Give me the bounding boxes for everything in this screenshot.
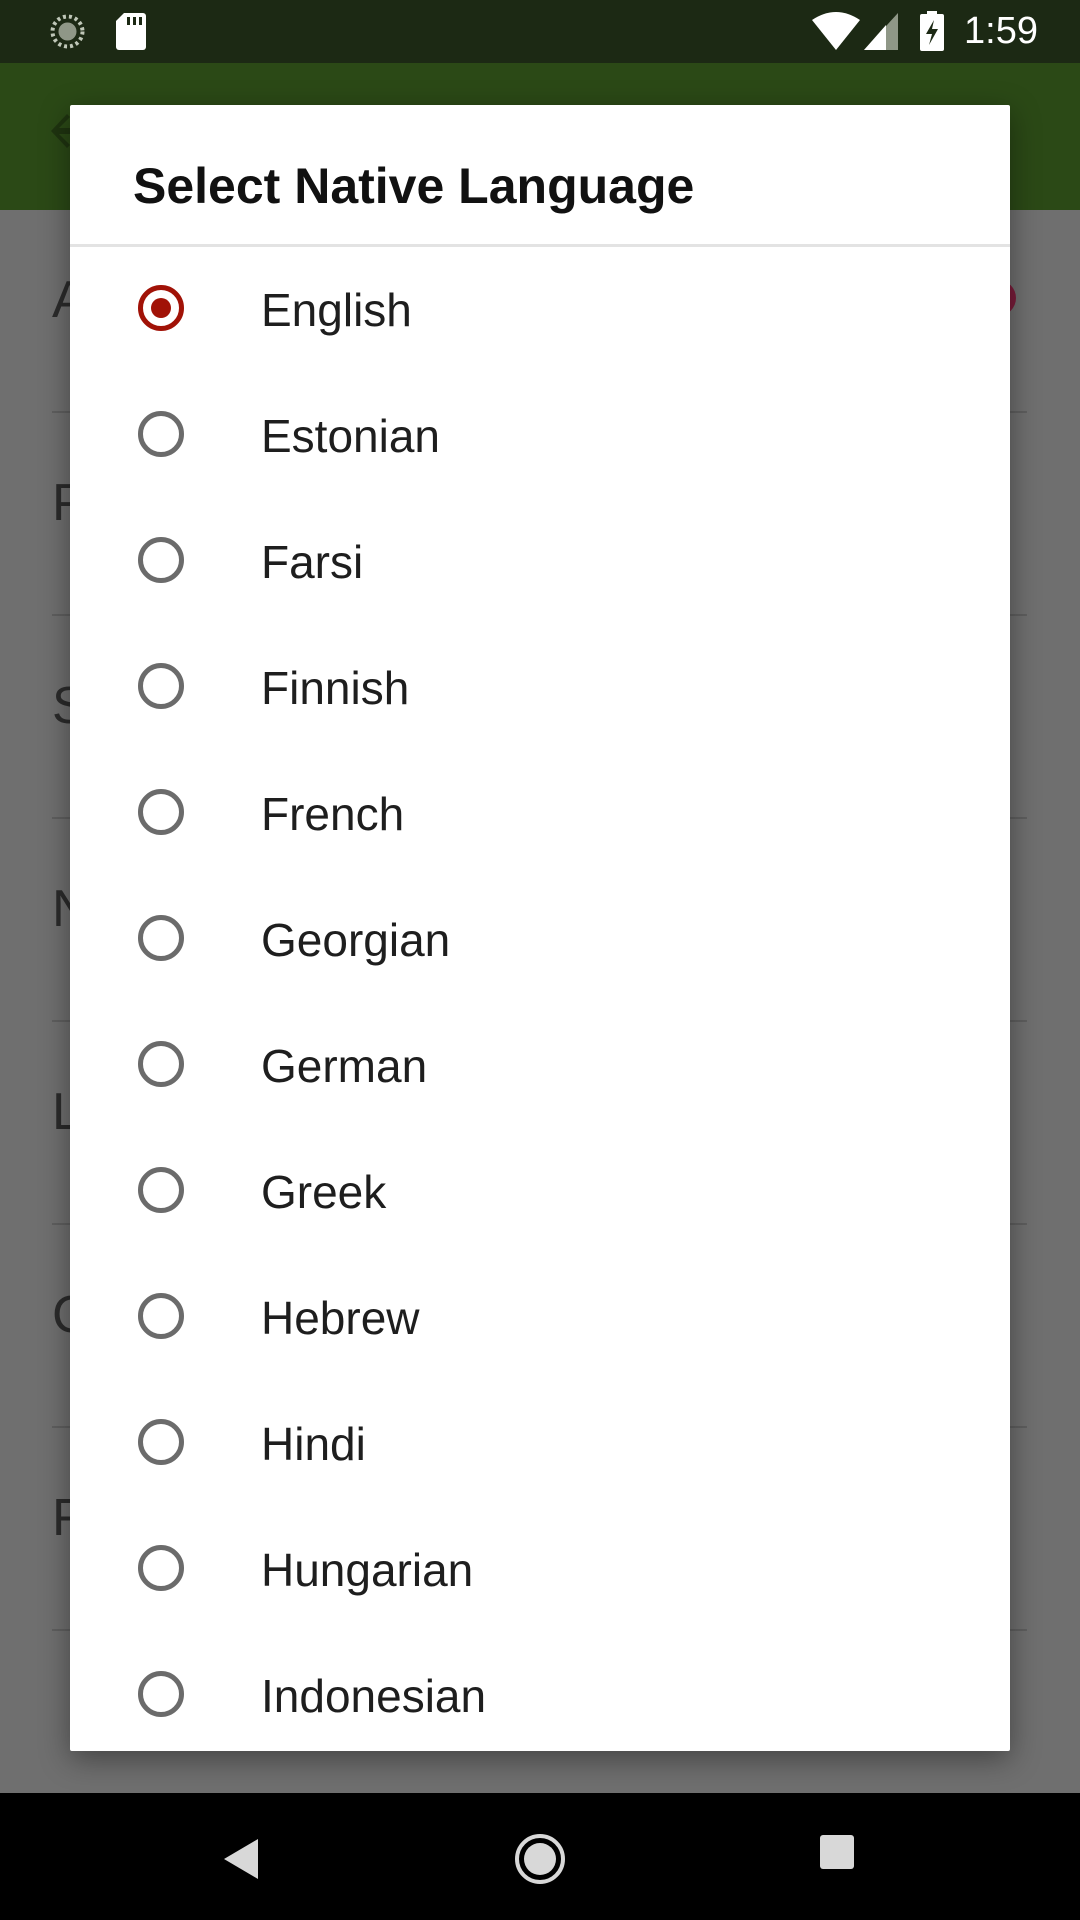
- radio-unchecked-icon[interactable]: [138, 1293, 184, 1339]
- language-option-hebrew[interactable]: Hebrew: [70, 1255, 1010, 1381]
- radio-unchecked-icon[interactable]: [138, 663, 184, 709]
- radio-unchecked-icon[interactable]: [138, 1545, 184, 1591]
- language-option-farsi[interactable]: Farsi: [70, 499, 1010, 625]
- radio-unchecked-icon[interactable]: [138, 789, 184, 835]
- language-option-hungarian[interactable]: Hungarian: [70, 1507, 1010, 1633]
- option-label: Greek: [261, 1166, 387, 1218]
- radio-unchecked-icon[interactable]: [138, 1041, 184, 1087]
- option-label: Estonian: [261, 410, 441, 462]
- radio-unchecked-icon[interactable]: [138, 1419, 184, 1465]
- language-option-greek[interactable]: Greek: [70, 1129, 1010, 1255]
- language-option-german[interactable]: German: [70, 1003, 1010, 1129]
- language-dialog: Select Native Language English Estonian …: [70, 105, 1010, 1751]
- nav-recents-icon[interactable]: [820, 1835, 854, 1869]
- dialog-title: Select Native Language: [133, 158, 695, 214]
- navigation-bar: [0, 1793, 1080, 1920]
- option-label: English: [261, 284, 412, 336]
- radio-unchecked-icon[interactable]: [138, 537, 184, 583]
- option-label: Hindi: [261, 1418, 366, 1470]
- option-label: French: [261, 788, 405, 840]
- language-option-estonian[interactable]: Estonian: [70, 373, 1010, 499]
- language-option-finnish[interactable]: Finnish: [70, 625, 1010, 751]
- language-option-georgian[interactable]: Georgian: [70, 877, 1010, 1003]
- nav-back-icon[interactable]: [222, 1837, 262, 1881]
- radio-checked-icon[interactable]: [138, 285, 184, 331]
- radio-unchecked-icon[interactable]: [138, 1671, 184, 1717]
- language-option-french[interactable]: French: [70, 751, 1010, 877]
- nav-home-icon[interactable]: [514, 1833, 566, 1885]
- language-option-hindi[interactable]: Hindi: [70, 1381, 1010, 1507]
- option-label: German: [261, 1040, 428, 1092]
- language-option-english[interactable]: English: [70, 247, 1010, 373]
- option-label: Finnish: [261, 662, 410, 714]
- language-options-list[interactable]: English Estonian Farsi Finnish French Ge…: [70, 247, 1010, 1751]
- language-option-indonesian[interactable]: Indonesian: [70, 1633, 1010, 1751]
- option-label: Hebrew: [261, 1292, 420, 1344]
- radio-unchecked-icon[interactable]: [138, 411, 184, 457]
- radio-unchecked-icon[interactable]: [138, 915, 184, 961]
- option-label: Hungarian: [261, 1544, 474, 1596]
- option-label: Georgian: [261, 914, 451, 966]
- option-label: Indonesian: [261, 1670, 487, 1722]
- option-label: Farsi: [261, 536, 364, 588]
- radio-unchecked-icon[interactable]: [138, 1167, 184, 1213]
